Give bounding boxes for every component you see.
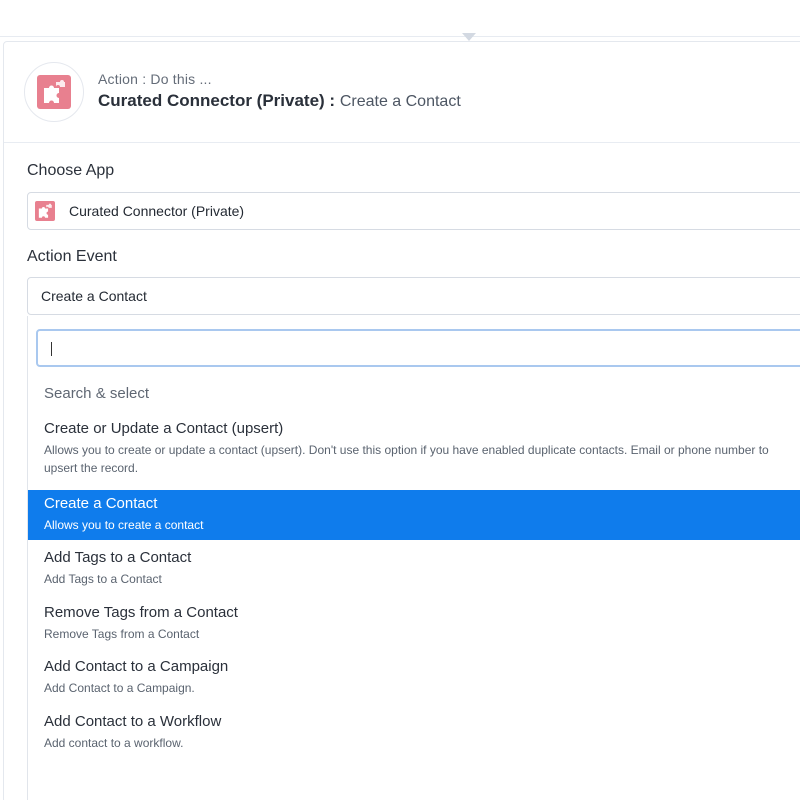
- option-description: Remove Tags from a Contact: [44, 627, 200, 641]
- option-add-tags[interactable]: Add Tags to a Contact Add Tags to a Cont…: [28, 549, 800, 597]
- step-title: Curated Connector (Private) : Create a C…: [98, 91, 461, 111]
- page: Action : Do this ... Curated Connector (…: [0, 0, 800, 800]
- option-description: Add Contact to a Campaign.: [44, 681, 195, 695]
- option-title: Create a Contact: [44, 495, 158, 512]
- option-add-to-campaign[interactable]: Add Contact to a Campaign Add Contact to…: [28, 658, 800, 706]
- step-title-separator: :: [324, 91, 340, 110]
- app-select-logo: [35, 201, 55, 221]
- option-create-or-update-contact[interactable]: Create or Update a Contact (upsert) Allo…: [28, 420, 800, 482]
- step-header[interactable]: Action : Do this ... Curated Connector (…: [4, 42, 800, 143]
- event-search-input[interactable]: [36, 329, 800, 367]
- option-title: Add Tags to a Contact: [44, 549, 192, 566]
- choose-app-label: Choose App: [27, 162, 115, 179]
- previous-step-strip: [0, 0, 800, 37]
- step-type-label: Action : Do this ...: [98, 71, 212, 87]
- option-remove-tags[interactable]: Remove Tags from a Contact Remove Tags f…: [28, 604, 800, 652]
- option-title: Create or Update a Contact (upsert): [44, 420, 284, 437]
- option-description: Allows you to create or update a contact…: [44, 443, 769, 475]
- option-description: Add contact to a workflow.: [44, 736, 184, 750]
- option-create-contact[interactable]: Create a Contact Allows you to create a …: [28, 490, 800, 540]
- option-title: Remove Tags from a Contact: [44, 604, 238, 621]
- action-event-value: Create a Contact: [41, 288, 147, 304]
- text-cursor: [51, 342, 52, 356]
- option-add-to-workflow[interactable]: Add Contact to a Workflow Add contact to…: [28, 713, 800, 761]
- search-hint: Search & select: [44, 385, 150, 402]
- action-event-select[interactable]: Create a Contact: [27, 277, 800, 315]
- option-title: Add Contact to a Workflow: [44, 713, 222, 730]
- app-logo: [24, 62, 84, 122]
- option-title: Add Contact to a Campaign: [44, 658, 229, 675]
- puzzle-icon: [35, 201, 55, 221]
- step-action-name: Create a Contact: [339, 93, 461, 110]
- step-app-name: Curated Connector (Private): [98, 91, 325, 110]
- choose-app-value: Curated Connector (Private): [69, 203, 245, 219]
- choose-app-select[interactable]: Curated Connector (Private): [27, 192, 800, 230]
- step-connector-caret-icon: [462, 33, 476, 41]
- option-description: Allows you to create a contact: [44, 518, 204, 532]
- action-event-dropdown: Search & select Create or Update a Conta…: [27, 316, 800, 800]
- puzzle-icon: [37, 75, 71, 109]
- action-event-label: Action Event: [27, 248, 117, 265]
- option-description: Add Tags to a Contact: [44, 572, 162, 586]
